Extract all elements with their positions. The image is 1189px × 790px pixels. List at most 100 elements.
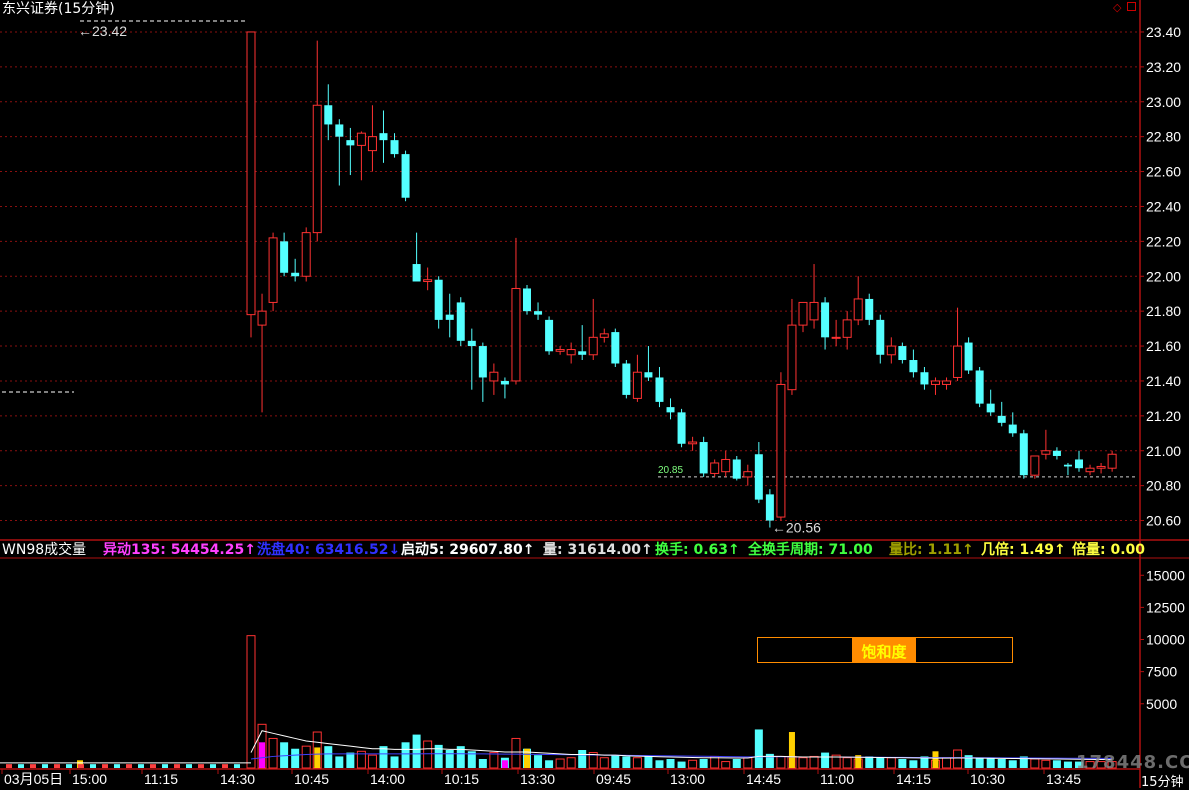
candle — [445, 293, 454, 338]
indicator-value: 量比: 1.11↑ — [889, 542, 974, 558]
candle — [1041, 429, 1051, 460]
candle-body — [821, 302, 830, 338]
candle — [842, 311, 852, 350]
candle — [975, 366, 984, 408]
price-tick-label: 22.60 — [1146, 164, 1181, 180]
candle-body — [986, 403, 995, 413]
volume-bar — [324, 746, 333, 768]
candle-body — [765, 494, 774, 521]
candle — [280, 232, 289, 277]
volume-bar — [975, 757, 984, 768]
volume-bar — [942, 757, 952, 769]
candle — [809, 264, 819, 329]
volume-bar — [555, 758, 565, 769]
indicator-value: 启动5: 29607.80↑ — [401, 542, 535, 558]
volume-bar — [114, 764, 120, 768]
volume-bar — [842, 757, 852, 769]
volume-bar — [1063, 761, 1072, 768]
candle — [743, 464, 753, 486]
volume-bar — [78, 764, 84, 768]
candle-body — [644, 372, 653, 378]
candle-body — [611, 332, 620, 364]
candle-body — [312, 104, 322, 234]
candle-body — [1085, 467, 1095, 473]
candle-body — [356, 132, 366, 146]
candle-body — [445, 314, 454, 320]
candle — [953, 307, 963, 381]
high-annotation: ←23.42 — [78, 23, 127, 39]
candle — [346, 127, 355, 176]
candle-body — [412, 264, 421, 282]
candle — [578, 325, 587, 361]
candle — [1052, 447, 1061, 460]
volume-bar — [886, 757, 896, 769]
stock-chart[interactable]: 23.40 23.20 23.00 22.80 22.60 22.40 22.20 22.00… — [0, 0, 1189, 788]
candle-body — [842, 319, 852, 338]
candle — [511, 237, 521, 385]
volume-bar — [511, 737, 521, 769]
candle — [1075, 450, 1083, 472]
candle-body — [246, 31, 256, 316]
candle-body — [367, 136, 377, 152]
candle — [246, 31, 256, 338]
candle-body — [721, 458, 731, 473]
indicator-value: 洗盘40: 63416.52↓ — [257, 542, 401, 558]
diamond-icon[interactable]: ◇ — [1113, 1, 1121, 14]
volume-bar — [578, 750, 587, 768]
price-tick-label: 21.40 — [1146, 373, 1181, 389]
volume-bar — [898, 759, 907, 768]
candle-body — [997, 415, 1006, 423]
volume-bar — [234, 764, 240, 768]
volume-bar — [198, 764, 204, 768]
candle-body — [942, 380, 952, 385]
volume-bar — [18, 764, 24, 768]
candle-body — [666, 407, 675, 413]
candle — [423, 267, 433, 291]
candle-body — [798, 301, 808, 326]
price-tick-label: 21.60 — [1146, 338, 1181, 354]
candle-body — [478, 346, 487, 378]
candle-body — [489, 371, 499, 382]
candle — [545, 316, 554, 355]
volume-bar — [534, 755, 543, 768]
x-tick-label: 10:30 — [970, 771, 1005, 787]
volume-bar — [379, 746, 388, 768]
volume-bar — [126, 764, 132, 768]
candle — [865, 293, 874, 326]
price-tick-label: 23.00 — [1146, 94, 1181, 110]
indicator-name[interactable]: WN98成交量 — [2, 542, 86, 558]
volume-bar — [301, 745, 311, 769]
candle-body — [809, 301, 819, 321]
candle-body — [1096, 465, 1106, 469]
volume-bar — [210, 764, 216, 768]
saturation-label: 饱和度 — [861, 643, 907, 661]
candle-body — [566, 349, 576, 356]
candle — [335, 119, 344, 186]
candle-body — [500, 380, 509, 385]
candle — [622, 360, 631, 399]
volume-bar — [174, 764, 180, 768]
price-tick-label: 21.20 — [1146, 408, 1181, 424]
candle — [986, 389, 995, 416]
volume-bar — [909, 760, 918, 768]
candle — [964, 337, 973, 374]
volume-bar — [798, 757, 808, 769]
volume-bar — [412, 734, 421, 768]
window-toggle-icon[interactable] — [1127, 2, 1136, 11]
candle — [489, 363, 499, 395]
candle-body — [622, 363, 631, 395]
volume-bar — [876, 757, 885, 768]
candle-body — [975, 370, 984, 404]
candle-body — [876, 319, 885, 355]
candle — [1019, 429, 1028, 479]
candle-body — [291, 272, 300, 277]
candle-body — [1019, 433, 1028, 476]
candle — [412, 232, 421, 282]
candle-body — [699, 442, 708, 474]
volume-bar — [776, 755, 786, 769]
candle-body — [754, 454, 763, 500]
volume-bar — [54, 764, 60, 768]
candle-body — [787, 324, 797, 391]
volume-accent-bar — [932, 751, 939, 768]
candle — [566, 342, 576, 364]
